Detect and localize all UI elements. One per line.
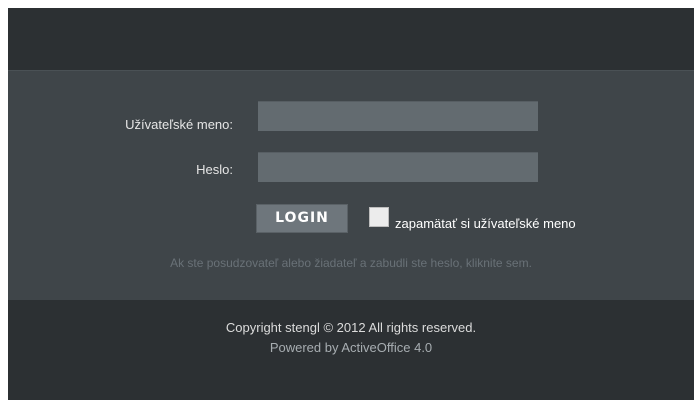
forgot-password-link[interactable]: Ak ste posudzovateľ alebo žiadateľ a zab… <box>8 256 694 270</box>
powered-by-text: Powered by ActiveOffice 4.0 <box>269 340 433 355</box>
password-input[interactable] <box>258 152 538 182</box>
login-form: Užívateľské meno: Heslo: LOGIN zapamätať… <box>8 70 694 301</box>
copyright-text: Copyright stengl © 2012 All rights reser… <box>225 320 477 335</box>
footer: Copyright stengl © 2012 All rights reser… <box>8 300 694 400</box>
remember-username-checkbox[interactable] <box>369 207 389 227</box>
username-input[interactable] <box>258 101 538 131</box>
login-page: Užívateľské meno: Heslo: LOGIN zapamätať… <box>8 8 694 400</box>
header-band <box>8 8 694 70</box>
password-label: Heslo: <box>196 162 233 177</box>
username-label: Užívateľské meno: <box>125 117 233 132</box>
login-button[interactable]: LOGIN <box>256 204 348 233</box>
remember-username-label[interactable]: zapamätať si užívateľské meno <box>395 216 576 231</box>
